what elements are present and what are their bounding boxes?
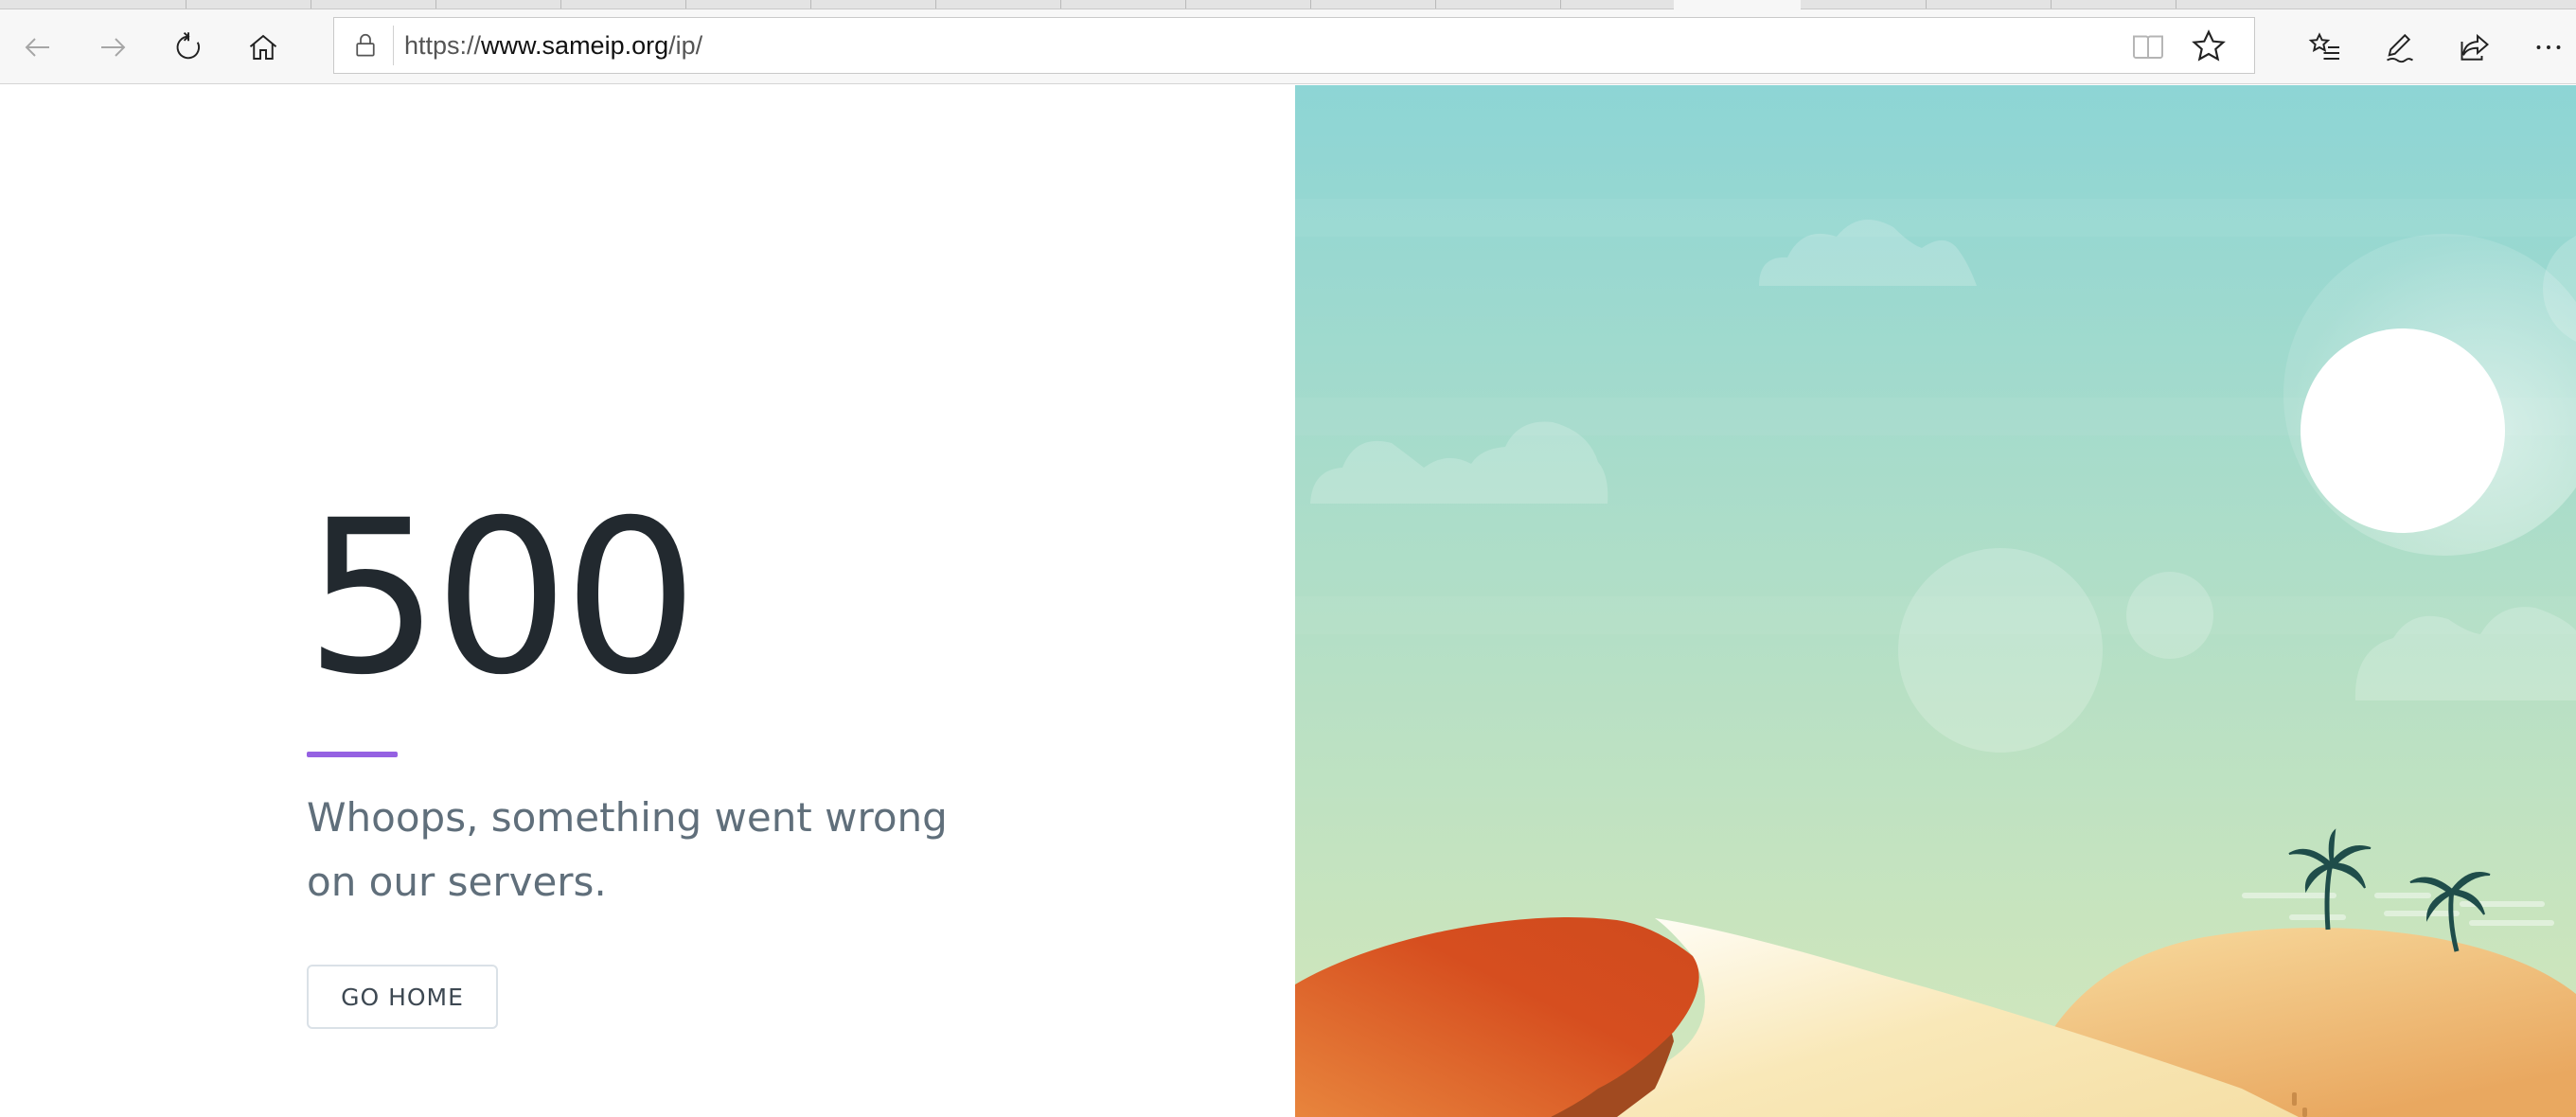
tab-strip (0, 0, 2576, 9)
back-arrow-icon[interactable] (9, 19, 66, 76)
accent-divider (307, 752, 398, 757)
sun (2301, 328, 2505, 533)
active-tab[interactable] (1674, 0, 1801, 9)
forward-arrow-icon[interactable] (84, 19, 141, 76)
refresh-icon[interactable] (160, 19, 217, 76)
desert-illustration (1295, 85, 2576, 1117)
lock-icon[interactable] (351, 31, 380, 60)
more-icon[interactable] (2520, 19, 2576, 76)
reading-view-icon[interactable] (2131, 29, 2165, 63)
url-prefix: https:// (404, 31, 482, 60)
url-text[interactable]: https://www.sameip.org/ip/ (404, 18, 702, 73)
url-path: /ip/ (668, 31, 703, 60)
share-icon[interactable] (2446, 19, 2503, 76)
address-bar[interactable]: https://www.sameip.org/ip/ (333, 17, 2255, 74)
error-code: 500 (305, 474, 699, 721)
star-icon[interactable] (2190, 27, 2228, 65)
pen-icon[interactable] (2372, 19, 2428, 76)
sky-bubble (2126, 572, 2213, 659)
browser-toolbar: https://www.sameip.org/ip/ (0, 9, 2576, 84)
error-message: Whoops, something went wrong on our serv… (307, 794, 948, 905)
favorites-list-icon[interactable] (2297, 19, 2354, 76)
home-icon[interactable] (235, 19, 292, 76)
go-home-button[interactable]: GO HOME (307, 965, 498, 1029)
sky-bubble (1898, 548, 2103, 753)
url-host: www.sameip.org (481, 31, 669, 60)
